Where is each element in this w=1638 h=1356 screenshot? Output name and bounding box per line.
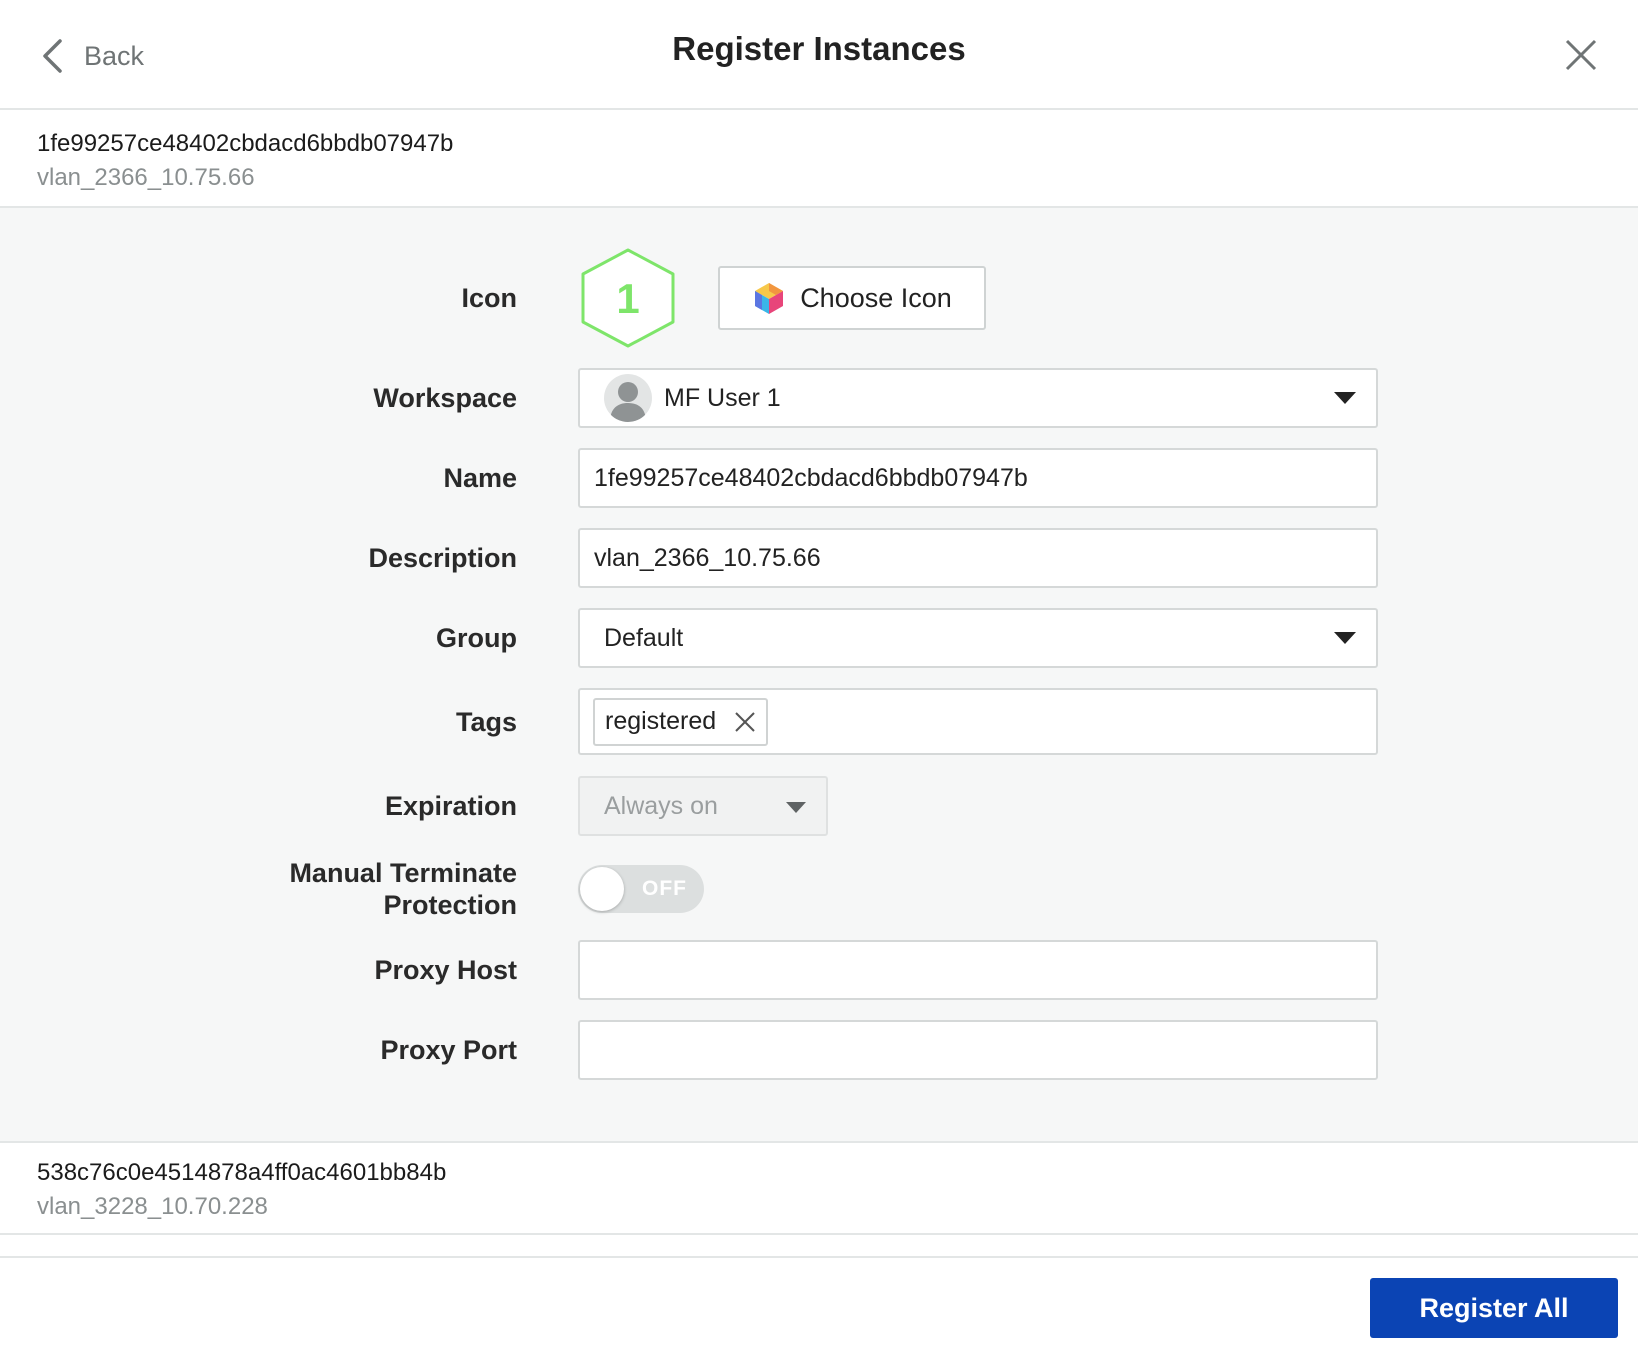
close-icon[interactable] (1564, 38, 1598, 72)
instance-id: 1fe99257ce48402cbdacd6bbdb07947b (37, 130, 454, 157)
caret-down-icon (1334, 632, 1356, 644)
proxy-port-label: Proxy Port (380, 1035, 517, 1065)
palette-cube-icon (752, 281, 786, 315)
tags-label: Tags (455, 707, 517, 737)
expiration-value: Always on (604, 791, 718, 820)
icon-label: Icon (461, 283, 517, 313)
toggle-state: OFF (642, 877, 687, 900)
tags-input[interactable]: registered (578, 688, 1378, 755)
choose-icon-label: Choose Icon (800, 282, 952, 313)
expiration-label: Expiration (384, 791, 517, 821)
group-label: Group (436, 623, 517, 653)
name-label: Name (443, 463, 517, 493)
group-select[interactable]: Default (578, 608, 1378, 668)
proxy-port-input[interactable] (578, 1020, 1378, 1080)
dialog-title: Register Instances (672, 30, 966, 67)
instance-form-panel (0, 208, 1638, 1141)
description-value: vlan_2366_10.75.66 (594, 543, 821, 572)
instance-description: vlan_3228_10.70.228 (37, 1193, 268, 1220)
manual-terminate-toggle[interactable]: OFF (578, 865, 704, 913)
workspace-value: MF User 1 (664, 383, 781, 412)
description-input[interactable]: vlan_2366_10.75.66 (578, 528, 1378, 588)
manual-terminate-label-line1: Manual Terminate (289, 858, 517, 888)
instance-hexagon-icon: 1 (578, 247, 678, 349)
instance-id: 538c76c0e4514878a4ff0ac4601bb84b (37, 1159, 447, 1186)
instance-icon-number: 1 (616, 275, 639, 322)
workspace-label: Workspace (373, 383, 517, 413)
description-label: Description (368, 543, 517, 573)
caret-down-icon (786, 802, 806, 813)
dialog-header: Back Register Instances (0, 0, 1638, 110)
user-avatar-icon (604, 374, 652, 422)
proxy-host-label: Proxy Host (374, 955, 517, 985)
toggle-knob (580, 867, 624, 911)
name-value: 1fe99257ce48402cbdacd6bbdb07947b (594, 463, 1028, 492)
instance-row[interactable]: 538c76c0e4514878a4ff0ac4601bb84b vlan_32… (0, 1141, 1638, 1235)
tag-chip: registered (593, 697, 769, 746)
workspace-select[interactable]: MF User 1 (578, 368, 1378, 428)
register-all-button[interactable]: Register All (1370, 1278, 1618, 1338)
choose-icon-button[interactable]: Choose Icon (718, 266, 986, 330)
expiration-select[interactable]: Always on (578, 776, 828, 836)
proxy-host-input[interactable] (578, 940, 1378, 1000)
tag-label: registered (605, 707, 717, 735)
instance-row[interactable]: 1fe99257ce48402cbdacd6bbdb07947b vlan_23… (0, 110, 1638, 208)
caret-down-icon (1334, 392, 1356, 404)
remove-tag-icon[interactable] (734, 711, 756, 733)
name-input[interactable]: 1fe99257ce48402cbdacd6bbdb07947b (578, 448, 1378, 508)
instance-description: vlan_2366_10.75.66 (37, 164, 255, 191)
manual-terminate-label-line2: Protection (383, 890, 517, 920)
group-value: Default (604, 623, 684, 652)
